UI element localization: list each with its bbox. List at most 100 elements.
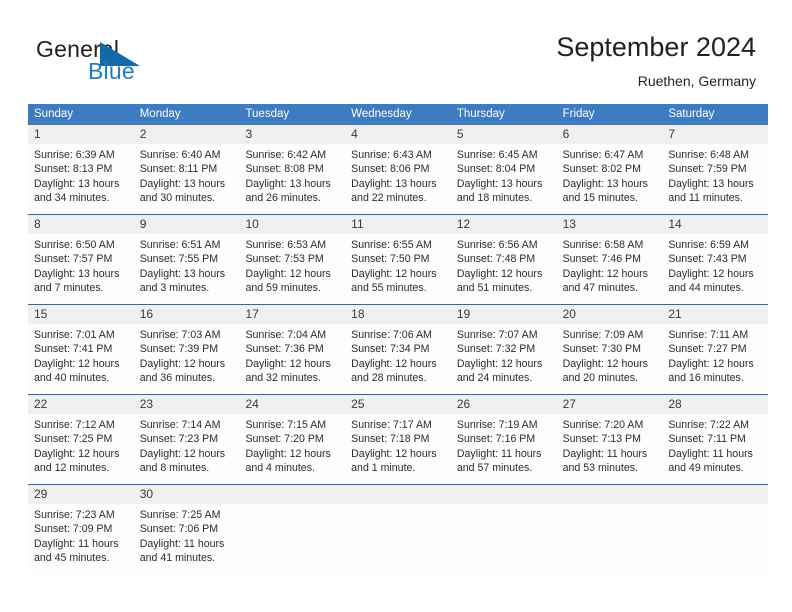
day-number-18[interactable]: 18	[345, 305, 451, 324]
day-cell-7[interactable]: Sunrise: 6:48 AM Sunset: 7:59 PM Daylight:…	[662, 144, 768, 214]
day-cell-3[interactable]: Sunrise: 6:42 AM Sunset: 8:08 PM Daylight:…	[239, 144, 345, 214]
day-cell-22[interactable]: Sunrise: 7:12 AM Sunset: 7:25 PM Daylight:…	[28, 414, 134, 484]
day-number-9[interactable]: 9	[134, 215, 240, 234]
day-cell-12[interactable]: Sunrise: 6:56 AM Sunset: 7:48 PM Daylight:…	[451, 234, 557, 304]
day-sunrise-text: Sunrise: 6:58 AM	[562, 239, 644, 251]
day-cell-20[interactable]: Sunrise: 7:09 AM Sunset: 7:30 PM Daylight:…	[557, 324, 663, 394]
day-sunrise-text: Sunrise: 6:42 AM	[245, 149, 327, 161]
day-number-24[interactable]: 24	[239, 395, 345, 414]
calendar-week-row: 1 2 3 4 5 6 7 Sunrise: 6:39 AM Sunset: 8:13 PM Da…	[28, 125, 768, 214]
logo-text-blue: Blue	[88, 58, 135, 84]
day-number-5[interactable]: 5	[451, 125, 557, 144]
day-cell-18[interactable]: Sunrise: 7:06 AM Sunset: 7:34 PM Daylight:…	[345, 324, 451, 394]
day-sunrise-text: Sunrise: 6:53 AM	[245, 239, 327, 251]
day-number-16[interactable]: 16	[134, 305, 240, 324]
day-sunrise-text: Sunrise: 6:56 AM	[456, 239, 538, 251]
day-daylight-text: Daylight: 12 hours	[668, 357, 754, 370]
day-daylight-text: Daylight: 12 hours	[351, 447, 437, 460]
day-number-22[interactable]: 22	[28, 395, 134, 414]
day-number-21[interactable]: 21	[662, 305, 768, 324]
day-number-28[interactable]: 28	[662, 395, 768, 414]
day-cell-11[interactable]: Sunrise: 6:55 AM Sunset: 7:50 PM Daylight:…	[345, 234, 451, 304]
day-daylight-text: and 40 minutes.	[34, 372, 110, 385]
day-daylight-text: and 26 minutes.	[245, 192, 321, 205]
day-daylight-text: Daylight: 11 hours	[139, 537, 225, 550]
day-cell-17[interactable]: Sunrise: 7:04 AM Sunset: 7:36 PM Daylight:…	[239, 324, 345, 394]
day-number-12[interactable]: 12	[451, 215, 557, 234]
day-number-15[interactable]: 15	[28, 305, 134, 324]
day-cell-27[interactable]: Sunrise: 7:20 AM Sunset: 7:13 PM Daylight:…	[557, 414, 663, 484]
day-cell-26[interactable]: Sunrise: 7:19 AM Sunset: 7:16 PM Daylight:…	[451, 414, 557, 484]
day-cell-23[interactable]: Sunrise: 7:14 AM Sunset: 7:23 PM Daylight:…	[134, 414, 240, 484]
calendar-week-row: 29 30 Sunrise: 7:23 AM Sunset: 7:09 PM Dayli…	[28, 484, 768, 574]
day-daylight-text: and 34 minutes.	[34, 192, 110, 205]
day-daylight-text: and 4 minutes.	[245, 462, 315, 475]
day-cell-2[interactable]: Sunrise: 6:40 AM Sunset: 8:11 PM Daylight:…	[134, 144, 240, 214]
day-cell-15[interactable]: Sunrise: 7:01 AM Sunset: 7:41 PM Daylight:…	[28, 324, 134, 394]
day-daylight-text: and 12 minutes.	[34, 462, 110, 475]
day-number-14[interactable]: 14	[662, 215, 768, 234]
week-day-number-band: 29 30	[28, 485, 768, 504]
day-sunset-text: Sunset: 8:08 PM	[245, 163, 324, 176]
day-sunrise-text: Sunrise: 7:14 AM	[139, 419, 221, 431]
day-sunset-text: Sunset: 8:04 PM	[456, 163, 536, 176]
day-number-3[interactable]: 3	[239, 125, 345, 144]
day-cell-8[interactable]: Sunrise: 6:50 AM Sunset: 7:57 PM Daylight:…	[28, 234, 134, 304]
day-daylight-text: and 20 minutes.	[562, 372, 638, 385]
day-sunset-text: Sunset: 7:55 PM	[139, 253, 219, 266]
day-daylight-text: and 32 minutes.	[245, 372, 321, 385]
day-number-27[interactable]: 27	[557, 395, 663, 414]
day-number-4[interactable]: 4	[345, 125, 451, 144]
day-number-11[interactable]: 11	[345, 215, 451, 234]
day-number-23[interactable]: 23	[134, 395, 240, 414]
day-cell-28[interactable]: Sunrise: 7:22 AM Sunset: 7:11 PM Daylight:…	[662, 414, 768, 484]
day-number-30[interactable]: 30	[134, 485, 240, 504]
day-cell-29[interactable]: Sunrise: 7:23 AM Sunset: 7:09 PM Daylight:…	[28, 504, 134, 574]
day-sunrise-text: Sunrise: 6:45 AM	[456, 149, 538, 161]
day-cell-30[interactable]: Sunrise: 7:25 AM Sunset: 7:06 PM Daylight:…	[134, 504, 240, 574]
day-number-6[interactable]: 6	[557, 125, 663, 144]
day-number-19[interactable]: 19	[451, 305, 557, 324]
day-cell-24[interactable]: Sunrise: 7:15 AM Sunset: 7:20 PM Daylight:…	[239, 414, 345, 484]
day-number-29[interactable]: 29	[28, 485, 134, 504]
day-number-8[interactable]: 8	[28, 215, 134, 234]
day-number-25[interactable]: 25	[345, 395, 451, 414]
day-number-26[interactable]: 26	[451, 395, 557, 414]
day-sunrise-text: Sunrise: 7:11 AM	[668, 329, 749, 341]
day-cell-21[interactable]: Sunrise: 7:11 AM Sunset: 7:27 PM Daylight:…	[662, 324, 768, 394]
day-daylight-text: Daylight: 12 hours	[668, 267, 754, 280]
day-cell-4[interactable]: Sunrise: 6:43 AM Sunset: 8:06 PM Daylight:…	[345, 144, 451, 214]
day-daylight-text: Daylight: 12 hours	[351, 357, 437, 370]
day-sunrise-text: Sunrise: 7:09 AM	[562, 329, 644, 341]
day-number-7[interactable]: 7	[662, 125, 768, 144]
day-sunset-text: Sunset: 7:36 PM	[245, 343, 324, 356]
day-sunset-text: Sunset: 7:06 PM	[139, 523, 219, 536]
day-cell-19[interactable]: Sunrise: 7:07 AM Sunset: 7:32 PM Daylight:…	[451, 324, 557, 394]
day-number-2[interactable]: 2	[134, 125, 240, 144]
day-cell-5[interactable]: Sunrise: 6:45 AM Sunset: 8:04 PM Daylight:…	[451, 144, 557, 214]
day-daylight-text: and 1 minute.	[351, 462, 416, 475]
day-cell-25[interactable]: Sunrise: 7:17 AM Sunset: 7:18 PM Daylight:…	[345, 414, 451, 484]
day-daylight-text: and 30 minutes.	[139, 192, 216, 205]
day-sunset-text: Sunset: 7:53 PM	[245, 253, 324, 266]
day-cell-16[interactable]: Sunrise: 7:03 AM Sunset: 7:39 PM Daylight:…	[134, 324, 240, 394]
calendar-week-row: 8 9 10 11 12 13 14 Sunrise: 6:50 AM Sunset: 7:57…	[28, 214, 768, 304]
day-cell-14[interactable]: Sunrise: 6:59 AM Sunset: 7:43 PM Daylight:…	[662, 234, 768, 304]
general-blue-logo[interactable]: General Blue	[36, 36, 216, 88]
day-cell-10[interactable]: Sunrise: 6:53 AM Sunset: 7:53 PM Daylight:…	[239, 234, 345, 304]
day-cell-6[interactable]: Sunrise: 6:47 AM Sunset: 8:02 PM Daylight:…	[557, 144, 663, 214]
week-day-number-band: 15 16 17 18 19 20 21	[28, 305, 768, 324]
day-number-13[interactable]: 13	[557, 215, 663, 234]
day-cell-13[interactable]: Sunrise: 6:58 AM Sunset: 7:46 PM Daylight:…	[557, 234, 663, 304]
day-cell-1[interactable]: Sunrise: 6:39 AM Sunset: 8:13 PM Daylight:…	[28, 144, 134, 214]
calendar-week-row: 15 16 17 18 19 20 21 Sunrise: 7:01 AM Sunset: 7:…	[28, 304, 768, 394]
week-detail-band: Sunrise: 7:01 AM Sunset: 7:41 PM Daylight:…	[28, 324, 768, 394]
day-cell-9[interactable]: Sunrise: 6:51 AM Sunset: 7:55 PM Daylight:…	[134, 234, 240, 304]
day-number-10[interactable]: 10	[239, 215, 345, 234]
day-sunrise-text: Sunrise: 6:43 AM	[351, 149, 432, 161]
day-daylight-text: and 8 minutes.	[139, 462, 210, 475]
day-number-17[interactable]: 17	[239, 305, 345, 324]
day-sunset-text: Sunset: 7:27 PM	[668, 343, 747, 356]
day-number-1[interactable]: 1	[28, 125, 134, 144]
day-number-20[interactable]: 20	[557, 305, 663, 324]
